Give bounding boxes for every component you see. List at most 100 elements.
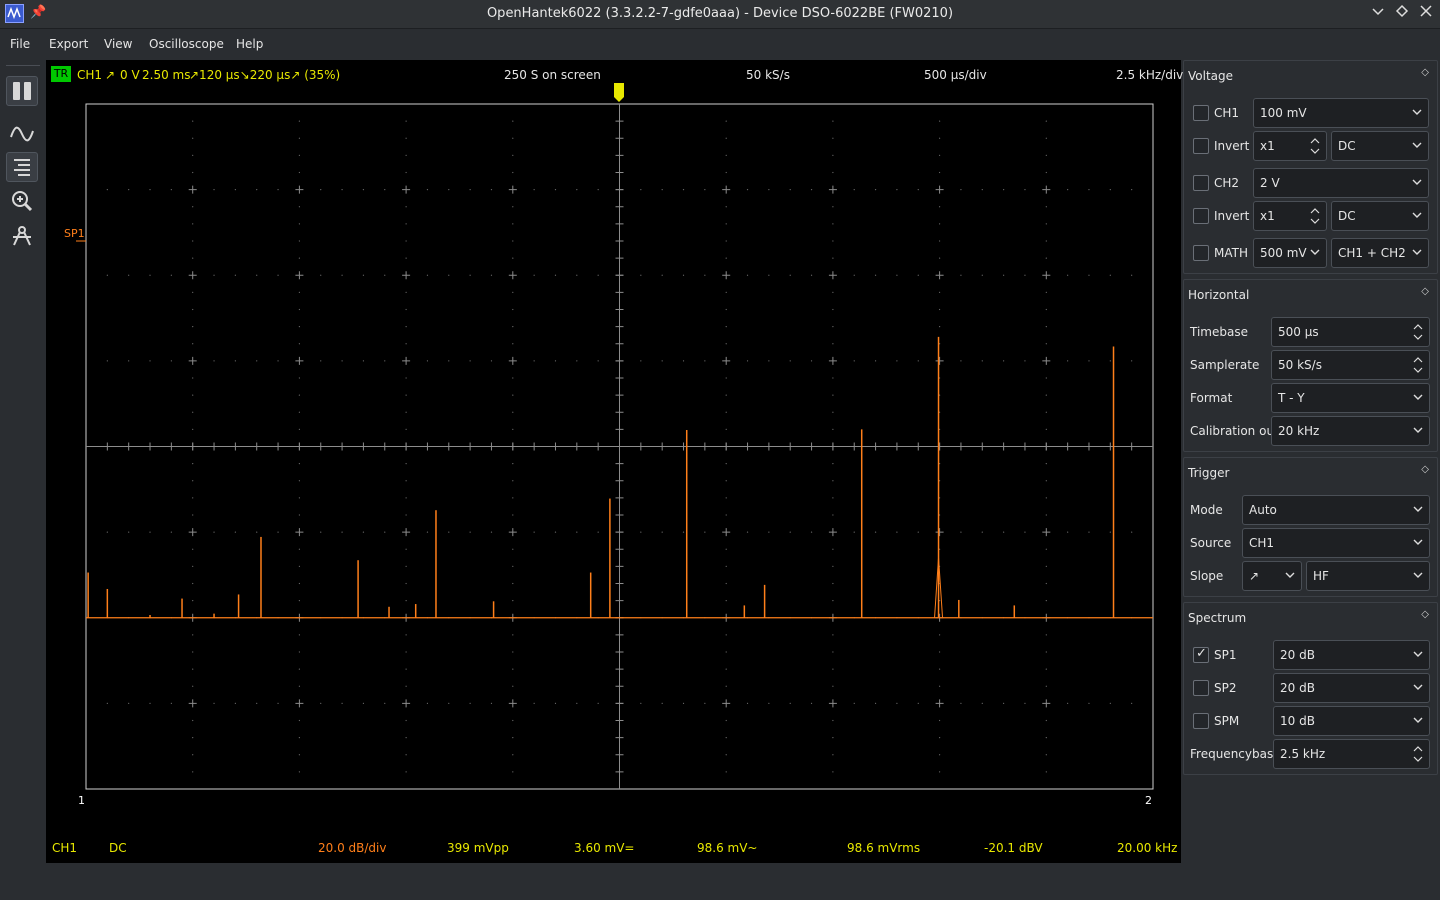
graticule-cross xyxy=(828,699,837,708)
graticule-dot xyxy=(939,754,941,756)
trigger-position-marker[interactable] xyxy=(614,83,624,102)
ch1-coupling-select[interactable]: DC xyxy=(1331,131,1429,161)
minimize-icon[interactable] xyxy=(1369,4,1387,24)
spin-arrows-icon[interactable] xyxy=(1413,354,1423,376)
toolbar-separator xyxy=(6,65,40,66)
ch2-checkbox[interactable] xyxy=(1193,175,1209,191)
graticule-dot xyxy=(170,360,172,362)
panel-float-icon[interactable]: ◇ xyxy=(1421,286,1429,297)
sp1-checkbox[interactable] xyxy=(1193,646,1209,663)
cursor-2-label[interactable]: 2 xyxy=(1145,794,1152,807)
spm-checkbox[interactable] xyxy=(1193,713,1209,729)
chevron-down-icon xyxy=(1412,249,1422,255)
graticule-dot xyxy=(533,274,535,276)
ch2-coupling-select[interactable]: DC xyxy=(1331,201,1429,231)
graticule-dot xyxy=(874,274,877,276)
menu-export[interactable]: Export xyxy=(49,37,88,51)
graticule-dot xyxy=(1024,189,1026,191)
graticule-dot xyxy=(832,394,834,396)
scope-screen[interactable]: TR CH1 ↗ 0 V 2.50 ms ↗120 µs↘220 µs↗ (35… xyxy=(46,60,1183,863)
graticule-dot xyxy=(832,377,834,379)
ch2-probe-spinbox[interactable]: x1 xyxy=(1253,201,1327,231)
zoom-lines-button[interactable] xyxy=(6,152,38,182)
cursor-1-label[interactable]: 1 xyxy=(78,794,85,807)
graticule-dot xyxy=(597,189,599,191)
spin-arrows-icon[interactable] xyxy=(1310,205,1320,227)
maximize-icon[interactable] xyxy=(1393,4,1411,24)
menu-file[interactable]: File xyxy=(10,37,30,51)
graticule-dot xyxy=(1088,189,1090,191)
graticule-dot xyxy=(1045,120,1047,122)
sp2-scale-select[interactable]: 20 dB xyxy=(1273,673,1430,703)
graticule-dot xyxy=(192,668,194,670)
graticule-dot xyxy=(704,360,706,362)
panel-float-icon[interactable]: ◇ xyxy=(1421,609,1429,620)
graticule-dot xyxy=(512,291,514,293)
graticule-dot xyxy=(234,702,236,704)
graticule-dot xyxy=(597,702,599,704)
math-checkbox[interactable] xyxy=(1193,245,1209,261)
waveform-button[interactable] xyxy=(6,119,38,149)
calibration-select[interactable]: 20 kHz xyxy=(1271,416,1430,446)
pause-button[interactable] xyxy=(6,76,38,106)
graticule-dot xyxy=(298,411,300,413)
chevron-down-icon xyxy=(1412,212,1422,218)
graticule-dot xyxy=(512,343,514,345)
measure-button[interactable] xyxy=(6,221,38,251)
spin-arrows-icon[interactable] xyxy=(1413,743,1423,765)
left-toolbar xyxy=(0,60,46,900)
frequencybase-spinbox[interactable]: 2.5 kHz xyxy=(1273,739,1430,769)
ch1-invert-checkbox[interactable] xyxy=(1193,138,1209,154)
menu-oscilloscope[interactable]: Oscilloscope xyxy=(149,37,224,51)
spin-arrows-icon[interactable] xyxy=(1413,321,1423,343)
trigger-source-select[interactable]: CH1 xyxy=(1242,528,1430,558)
graticule-cross xyxy=(188,528,197,537)
graticule-dot xyxy=(128,360,130,362)
graticule-dot xyxy=(106,531,108,533)
trigger-slope-select[interactable]: ↗ xyxy=(1242,561,1302,591)
menu-help[interactable]: Help xyxy=(236,37,263,51)
timebase-spinbox[interactable]: 500 µs xyxy=(1271,317,1430,347)
ch1-probe-spinbox[interactable]: x1 xyxy=(1253,131,1327,161)
ch1-checkbox[interactable] xyxy=(1193,105,1209,121)
panel-float-icon[interactable]: ◇ xyxy=(1421,67,1429,78)
spm-scale-select[interactable]: 10 dB xyxy=(1273,706,1430,736)
graticule-cross xyxy=(828,528,837,537)
format-select[interactable]: T - Y xyxy=(1271,383,1430,413)
samplerate-spinbox[interactable]: 50 kS/s xyxy=(1271,350,1430,380)
graticule-dot xyxy=(426,189,429,191)
panel-float-icon[interactable]: ◇ xyxy=(1421,464,1429,475)
close-icon[interactable] xyxy=(1417,4,1435,24)
sp2-checkbox[interactable] xyxy=(1193,680,1209,696)
menu-view[interactable]: View xyxy=(104,37,132,51)
graticule-dot xyxy=(298,634,300,636)
graticule-dot xyxy=(725,582,727,585)
sp1-label: SP1 xyxy=(1214,648,1237,662)
trigger-mode-select[interactable]: Auto xyxy=(1242,495,1430,525)
zoom-button[interactable] xyxy=(6,186,38,216)
graticule-dot xyxy=(939,737,941,739)
graticule-dot xyxy=(789,360,791,362)
graticule-dot xyxy=(192,651,194,653)
ch2-coupling-value: DC xyxy=(1338,209,1356,223)
graticule-dot xyxy=(192,737,194,739)
pause-icon xyxy=(13,82,31,100)
ch2-gain-select[interactable]: 2 V xyxy=(1253,168,1429,198)
spin-arrows-icon[interactable] xyxy=(1310,135,1320,157)
graticule-dot xyxy=(192,480,194,482)
ch2-invert-checkbox[interactable] xyxy=(1193,208,1209,224)
graticule-dot xyxy=(1131,274,1133,276)
trigger-filter-select[interactable]: HF xyxy=(1306,561,1430,591)
graticule-dot xyxy=(1024,702,1026,704)
graticule-dot xyxy=(661,702,663,704)
math-gain-select[interactable]: 500 mV xyxy=(1253,238,1327,268)
graticule-dot xyxy=(939,651,941,653)
math-mode-select[interactable]: CH1 + CH2 xyxy=(1331,238,1429,268)
graticule-dot xyxy=(1045,411,1047,413)
graticule-dot xyxy=(874,189,877,191)
sp1-scale-select[interactable]: 20 dB xyxy=(1273,640,1430,670)
graticule-dot xyxy=(1045,240,1047,242)
graticule-dot xyxy=(256,274,258,276)
chevron-down-icon xyxy=(1413,506,1423,512)
ch1-gain-select[interactable]: 100 mV xyxy=(1253,98,1429,128)
